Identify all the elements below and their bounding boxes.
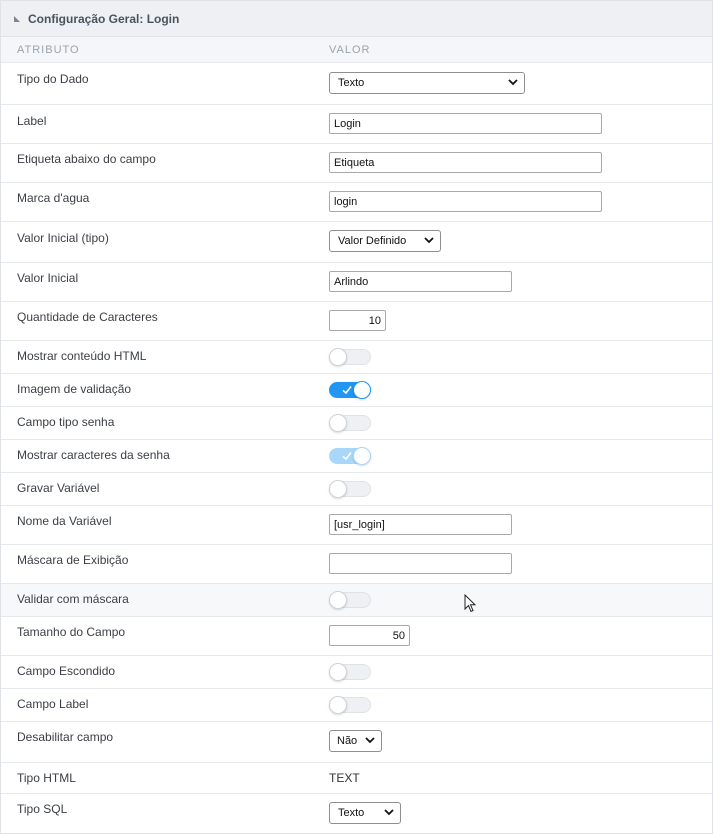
chevron-down-icon [365,737,375,744]
toggle-knob [353,447,371,465]
row-label: Valor Inicial [17,271,79,285]
row-qtd-caracteres: Quantidade de Caracteres [1,302,712,341]
row-nome-variavel: Nome da Variável [1,506,712,545]
row-label: Tipo do Dado [17,72,89,86]
select-value: Não [337,735,358,747]
row-label: Marca d'agua [17,191,90,205]
validar-mascara-toggle[interactable] [329,591,371,609]
row-label: Nome da Variável [17,514,112,528]
checkmark-icon [342,452,352,461]
tipo-sql-select[interactable]: Texto [329,802,401,824]
row-label: Tamanho do Campo [17,625,126,639]
toggle-knob [329,348,347,366]
mascara-exibicao-input[interactable] [329,553,512,574]
marca-agua-input[interactable] [329,191,602,212]
row-label: Quantidade de Caracteres [17,310,158,324]
row-mascara-exibicao: Máscara de Exibição [1,545,712,584]
column-header-row: ATRIBUTO VALOR [1,37,712,63]
campo-label-toggle[interactable] [329,696,371,714]
mouse-cursor-icon [464,594,477,613]
row-desabilitar-campo: Desabilitar campo Não [1,722,712,763]
config-panel: Configuração Geral: Login ATRIBUTO VALOR… [0,0,713,834]
row-label: Valor Inicial (tipo) [17,231,109,245]
row-tipo-sql: Tipo SQL Texto [1,794,712,834]
toggle-knob [353,381,371,399]
campo-senha-toggle[interactable] [329,414,371,432]
gravar-variavel-toggle[interactable] [329,480,371,498]
tamanho-campo-input[interactable] [329,625,410,646]
row-marca-agua: Marca d'agua [1,183,712,222]
row-etiqueta: Etiqueta abaixo do campo [1,144,712,183]
row-label-attr: Label [1,105,712,144]
column-header-value: VALOR [329,43,371,56]
row-label: Campo tipo senha [17,415,115,429]
toggle-knob [329,663,347,681]
row-valor-inicial: Valor Inicial [1,263,712,302]
qtd-caracteres-input[interactable] [329,310,386,331]
row-label: Campo Label [17,697,89,711]
desabilitar-campo-select[interactable]: Não [329,730,382,752]
tipo-html-value: TEXT [329,771,360,785]
row-label: Etiqueta abaixo do campo [17,152,156,166]
mostrar-html-toggle[interactable] [329,348,371,366]
toggle-knob [329,591,347,609]
row-label: Tipo SQL [17,802,68,816]
select-value: Texto [338,77,365,89]
collapse-triangle-icon[interactable] [14,15,20,22]
toggle-knob [329,414,347,432]
label-input[interactable] [329,113,602,134]
row-label: Tipo HTML [17,771,76,785]
row-valor-inicial-tipo: Valor Inicial (tipo) Valor Definido [1,222,712,263]
row-label: Mostrar conteúdo HTML [17,349,147,363]
row-imagem-validacao: Imagem de validação [1,374,712,407]
campo-escondido-toggle[interactable] [329,663,371,681]
row-label: Desabilitar campo [17,730,114,744]
panel-header[interactable]: Configuração Geral: Login [1,1,712,37]
row-campo-escondido: Campo Escondido [1,656,712,689]
row-campo-label: Campo Label [1,689,712,722]
select-value: Valor Definido [338,235,407,247]
row-label: Campo Escondido [17,664,116,678]
chevron-down-icon [424,237,434,244]
toggle-knob [329,696,347,714]
row-label: Mostrar caracteres da senha [17,448,170,462]
row-label: Gravar Variável [17,481,100,495]
row-label: Label [17,114,47,128]
tipo-dado-select[interactable]: Texto [329,72,525,94]
valor-inicial-tipo-select[interactable]: Valor Definido [329,230,441,252]
row-tamanho-campo: Tamanho do Campo [1,617,712,656]
chevron-down-icon [384,809,394,816]
mostrar-caracteres-toggle[interactable] [329,447,371,465]
imagem-validacao-toggle[interactable] [329,381,371,399]
row-mostrar-html: Mostrar conteúdo HTML [1,341,712,374]
column-header-attribute: ATRIBUTO [17,43,80,56]
row-label: Máscara de Exibição [17,553,129,567]
valor-inicial-input[interactable] [329,271,512,292]
select-value: Texto [338,807,365,819]
row-campo-senha: Campo tipo senha [1,407,712,440]
row-gravar-variavel: Gravar Variável [1,473,712,506]
row-tipo-html: Tipo HTML TEXT [1,763,712,794]
row-validar-mascara: Validar com máscara [1,584,712,617]
chevron-down-icon [508,79,518,86]
row-mostrar-caracteres: Mostrar caracteres da senha [1,440,712,473]
panel-title: Configuração Geral: Login [28,11,180,26]
row-tipo-dado: Tipo do Dado Texto [1,64,712,105]
nome-variavel-input[interactable] [329,514,512,535]
row-label: Validar com máscara [17,592,129,606]
row-label: Imagem de validação [17,382,132,396]
etiqueta-input[interactable] [329,152,602,173]
toggle-knob [329,480,347,498]
checkmark-icon [342,386,352,395]
